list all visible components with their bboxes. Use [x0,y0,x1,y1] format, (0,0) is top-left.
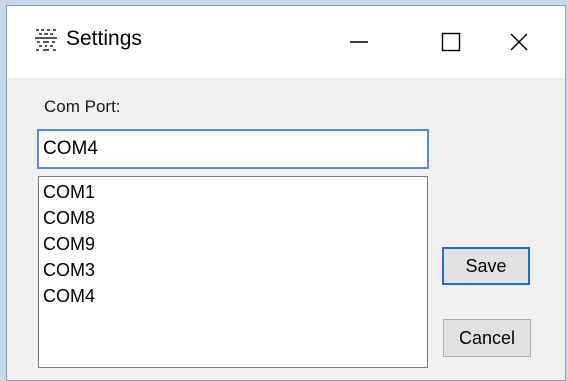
close-icon [510,33,528,51]
com-port-input[interactable] [37,129,429,169]
title-bar[interactable]: Settings [7,6,565,78]
window-title: Settings [66,27,142,50]
com-port-label: Com Port: [44,97,121,116]
app-logo-icon [35,29,57,51]
list-item-com3[interactable]: COM3 [43,257,427,283]
save-button[interactable]: Save [442,247,530,285]
list-item-com4[interactable]: COM4 [43,283,427,309]
minimize-icon [350,41,368,43]
close-button[interactable] [473,6,565,78]
cancel-button[interactable]: Cancel [443,319,531,357]
maximize-icon [441,32,461,52]
list-item-com9[interactable]: COM9 [43,231,427,257]
list-item-com1[interactable]: COM1 [43,179,427,205]
minimize-button[interactable] [313,6,405,78]
list-item-com8[interactable]: COM8 [43,205,427,231]
com-port-list[interactable]: COM1 COM8 COM9 COM3 COM4 [38,176,428,368]
settings-dialog: Settings Com Port: COM1 COM8 COM9 COM3 C… [6,5,566,381]
